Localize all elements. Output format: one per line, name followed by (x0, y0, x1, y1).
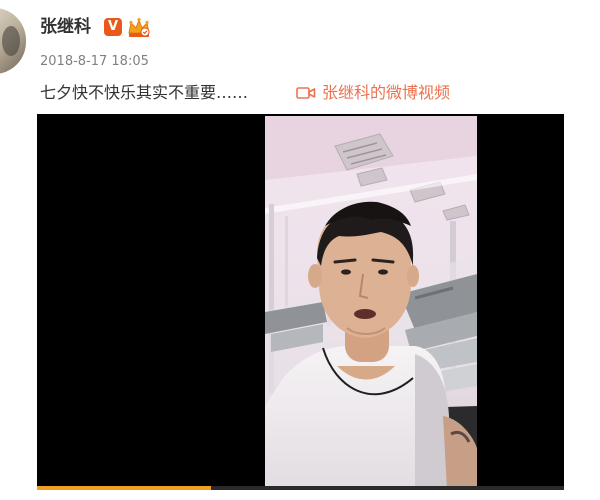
video-player[interactable] (37, 114, 564, 490)
video-link-label: 张继科的微博视频 (322, 83, 451, 102)
video-frame (265, 116, 477, 490)
video-link[interactable]: 张继科的微博视频 (296, 83, 450, 103)
username[interactable]: 张继科 (40, 17, 91, 37)
post-text: 七夕快不快乐其实不重要…… (40, 83, 249, 102)
post-timestamp[interactable]: 2018-8-17 18:05 (40, 54, 149, 70)
video-progress-bar[interactable] (37, 486, 564, 490)
crown-member-icon[interactable] (127, 17, 151, 39)
video-progress-fill (37, 486, 211, 490)
avatar-photo (2, 26, 20, 56)
avatar[interactable] (0, 8, 26, 74)
verified-v-icon[interactable]: V (104, 18, 122, 36)
video-camera-icon (296, 87, 316, 99)
